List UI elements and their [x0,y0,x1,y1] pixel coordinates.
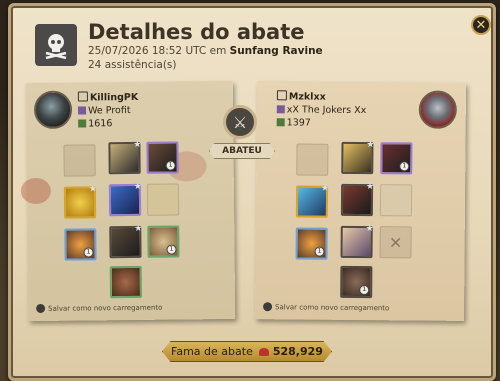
food-slot[interactable]: 1 [147,225,180,258]
mount-slot[interactable]: 1 [340,265,373,299]
killer-guild: We Profit [87,104,131,117]
save-loadout-label: Salvar como novo carregamento [275,302,390,312]
item-count: 1 [83,247,94,258]
item-count: 1 [166,244,177,255]
save-icon [36,303,46,313]
star-icon: ★ [366,140,375,151]
star-icon: ★ [133,181,142,192]
bag-slot[interactable] [296,143,329,176]
mainhand-slot[interactable]: ★ [63,184,97,219]
victim-item-power: 1397 [286,117,311,129]
item-power-icon [78,119,87,128]
guild-icon [78,106,87,115]
fork-knife-icon: ✕ [388,232,403,252]
save-loadout-label: Salvar como novo carregamento [48,303,163,313]
killer-name: KillingPK [89,91,139,104]
victim-guild: xX The Jokers Xx [286,104,367,117]
killer-item-power: 1616 [88,118,113,130]
player-icon [77,91,88,102]
skull-icon [35,24,77,66]
star-icon: ★ [133,139,142,150]
star-icon: ★ [366,182,375,193]
item-count: 1 [399,161,410,172]
mount-slot[interactable] [109,265,143,299]
cape-slot[interactable]: 1 [380,142,413,175]
item-count: 1 [359,284,370,296]
save-loadout-button[interactable]: Salvar como novo carregamento [263,302,389,312]
datetime-text: 25/07/2026 18:52 UTC em [88,45,227,57]
kill-fame-bar: Fama de abate 528,929 [162,341,332,362]
cape-slot[interactable]: 1 [146,141,179,174]
fame-label: Fama de abate [171,345,253,358]
item-count: 1 [165,160,176,171]
save-icon [263,302,273,312]
offhand-slot[interactable] [379,184,413,217]
shoes-slot[interactable]: ★ [340,224,374,259]
save-loadout-button[interactable]: Salvar como novo carregamento [36,303,162,313]
potion-slot[interactable]: 1 [295,227,328,260]
armor-slot[interactable]: ★ [108,181,142,217]
head-slot[interactable]: ★ [341,140,375,175]
page-title: Detalhes do abate [88,20,305,44]
fame-value: 528,929 [272,345,323,358]
star-icon: ★ [134,223,143,234]
kill-datetime: 25/07/2026 18:52 UTC em Sunfang Ravine [88,45,323,57]
victim-info: Mzklxx xX The Jokers Xx 1397 [276,90,367,130]
item-power-icon [276,118,285,127]
blood-splatter [20,177,52,205]
star-icon: ★ [88,184,97,195]
potion-slot[interactable]: 1 [64,228,97,261]
shoes-slot[interactable]: ★ [109,223,143,259]
food-slot[interactable]: ✕ [379,226,412,259]
victim-avatar[interactable] [418,90,457,129]
star-icon: ★ [365,224,374,235]
victim-sheet: Mzklxx xX The Jokers Xx 1397 ★ 1 ★ ★ 1 ★… [254,81,467,321]
killer-info: KillingPK We Profit 1616 [77,91,139,131]
fame-icon [258,347,269,356]
close-icon: ✕ [475,17,487,33]
armor-slot[interactable]: ★ [340,182,375,217]
mainhand-slot[interactable]: ★ [295,183,330,218]
close-button[interactable]: ✕ [471,15,491,35]
killer-avatar[interactable] [33,90,73,130]
crossed-swords-icon: ⚔ [223,105,257,139]
killer-sheet: KillingPK We Profit 1616 ★ 1 ★ ★ 1 ★ 1 S… [20,80,236,322]
assist-count: 24 assistência(s) [88,59,177,71]
player-icon [276,90,287,101]
head-slot[interactable]: ★ [108,139,142,175]
offhand-slot[interactable] [146,183,180,216]
kill-label: ABATEU [209,143,275,159]
star-icon: ★ [320,183,330,194]
location-text: Sunfang Ravine [229,45,323,57]
guild-icon [276,105,285,114]
bag-slot[interactable] [63,144,96,177]
item-count: 1 [314,246,325,257]
victim-name: Mzklxx [288,91,326,103]
